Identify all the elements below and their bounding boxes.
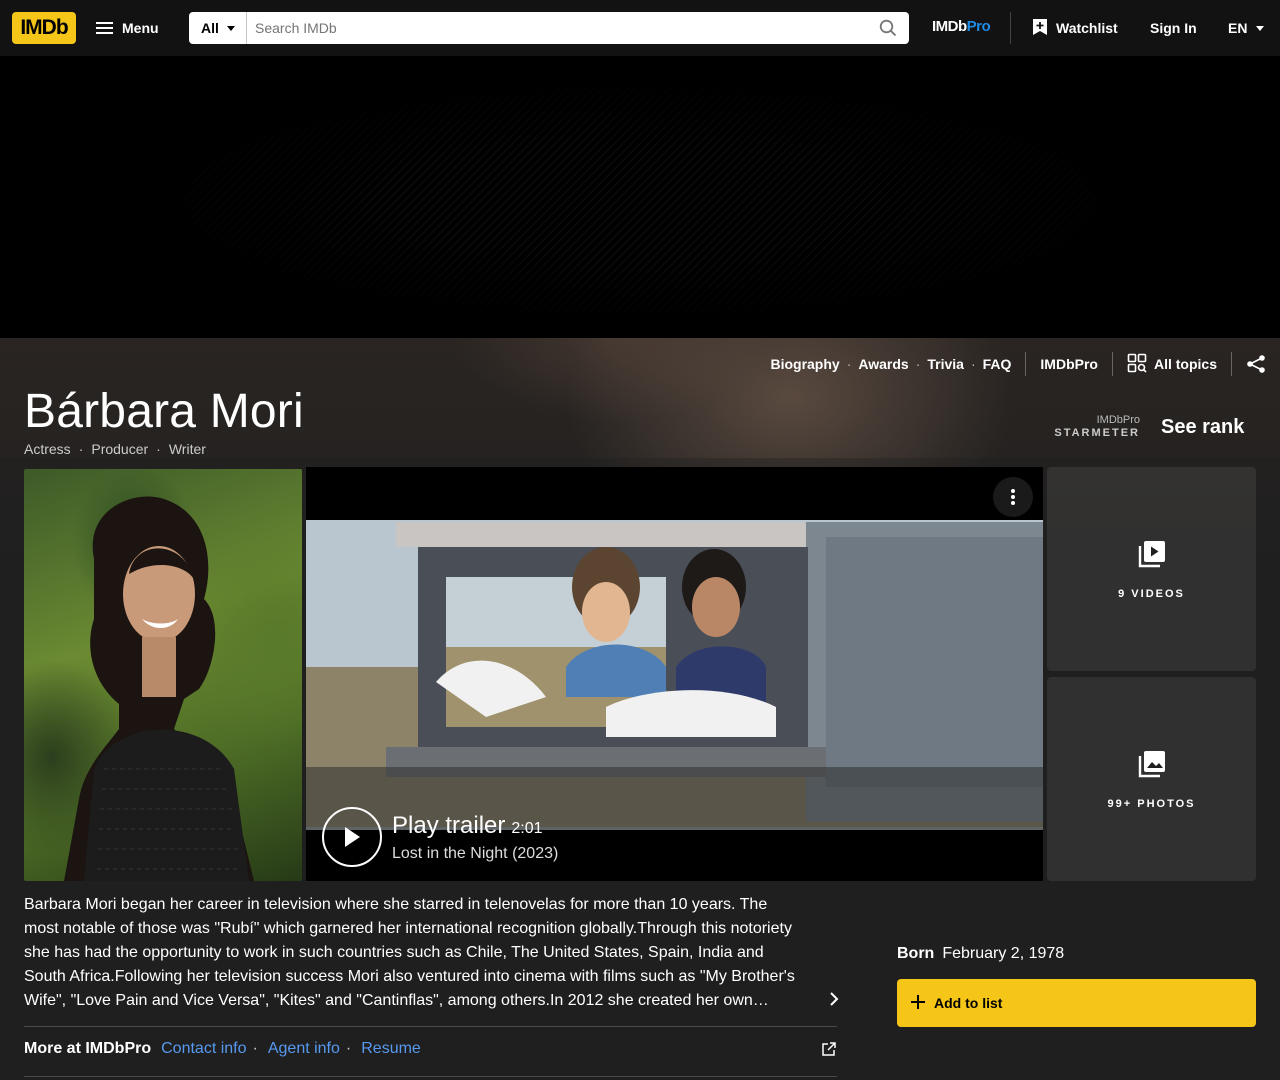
- videos-tile[interactable]: 9 VIDEOS: [1047, 467, 1256, 671]
- photos-tile[interactable]: 99+ PHOTOS: [1047, 677, 1256, 881]
- subnav-faq[interactable]: FAQ: [983, 356, 1012, 372]
- ad-placeholder: [170, 86, 1110, 316]
- search-category-label: All: [201, 20, 219, 36]
- person-subnav: Biography · Awards · Trivia · FAQ IMDbPr…: [770, 352, 1266, 376]
- video-library-icon: [1137, 539, 1167, 574]
- trailer-player[interactable]: Play trailer 2:01 Lost in the Night (2023…: [306, 467, 1043, 881]
- trailer-duration: 2:01: [511, 819, 543, 837]
- all-topics-label: All topics: [1153, 356, 1217, 372]
- starmeter-pro-label: IMDbPro: [1096, 414, 1140, 426]
- caret-down-icon: [226, 25, 235, 31]
- more-at-label: More at IMDbPro: [24, 1040, 152, 1057]
- sign-in-button[interactable]: Sign In: [1150, 20, 1197, 36]
- play-icon[interactable]: [322, 807, 382, 867]
- nav-divider: [1010, 12, 1011, 44]
- search-bar: All: [189, 12, 909, 44]
- divider: [24, 1076, 837, 1077]
- all-topics-button[interactable]: All topics: [1127, 353, 1217, 376]
- subnav-trivia[interactable]: Trivia: [927, 356, 964, 372]
- add-to-list-button[interactable]: Add to list: [897, 979, 1256, 1027]
- videos-count: 9 VIDEOS: [1118, 587, 1185, 600]
- menu-label: Menu: [122, 20, 159, 36]
- role-item: Writer: [168, 441, 206, 457]
- divider: [24, 1026, 837, 1027]
- trailer-title: Lost in the Night (2023): [392, 844, 559, 862]
- resume-link[interactable]: Resume: [361, 1040, 421, 1058]
- external-link-icon[interactable]: [821, 1041, 837, 1057]
- born-info: Born February 2, 1978: [897, 945, 1064, 963]
- born-date[interactable]: February 2, 1978: [942, 945, 1064, 963]
- search-icon[interactable]: [867, 12, 909, 44]
- subnav-biography[interactable]: Biography: [770, 356, 839, 372]
- subnav-awards[interactable]: Awards: [858, 356, 908, 372]
- menu-button[interactable]: Menu: [96, 12, 159, 44]
- add-to-list-label: Add to list: [934, 995, 1003, 1011]
- starmeter-label: STARMETER: [1054, 427, 1140, 439]
- plus-icon: [911, 994, 925, 1012]
- top-navbar: IMDb Menu All IMDbPro Watchlist Sign In …: [0, 0, 1280, 56]
- chevron-right-icon[interactable]: [826, 991, 842, 1007]
- see-rank-link[interactable]: See rank: [1161, 416, 1244, 439]
- grid-icon: [1127, 353, 1147, 376]
- biography-text[interactable]: Barbara Mori began her career in televis…: [24, 893, 824, 1013]
- watchlist-button[interactable]: Watchlist: [1032, 12, 1118, 44]
- share-icon[interactable]: [1246, 354, 1266, 374]
- more-at-imdbpro: More at IMDbPro Contact info · Agent inf…: [24, 1040, 837, 1058]
- starmeter[interactable]: IMDbPro STARMETER: [1040, 414, 1140, 440]
- watchlist-label: Watchlist: [1056, 20, 1118, 36]
- ad-banner[interactable]: [0, 56, 1280, 338]
- trailer-caption: Play trailer 2:01 Lost in the Night (2023…: [322, 807, 558, 867]
- search-category-select[interactable]: All: [189, 12, 247, 44]
- role-item: Actress: [24, 441, 71, 457]
- play-trailer-label: Play trailer: [392, 811, 506, 839]
- contact-info-link[interactable]: Contact info: [161, 1040, 246, 1058]
- hero-section: Biography · Awards · Trivia · FAQ IMDbPr…: [0, 338, 1280, 1080]
- more-options-icon[interactable]: [993, 477, 1033, 517]
- photos-count: 99+ PHOTOS: [1107, 797, 1196, 810]
- imdbpro-link[interactable]: IMDbPro: [932, 18, 991, 35]
- person-photo[interactable]: [24, 469, 302, 881]
- language-label: EN: [1228, 20, 1248, 36]
- role-item: Producer: [91, 441, 149, 457]
- caret-down-icon: [1256, 25, 1265, 31]
- imdb-logo[interactable]: IMDb: [12, 12, 76, 44]
- language-selector[interactable]: EN: [1228, 20, 1265, 36]
- photo-library-icon: [1137, 749, 1167, 784]
- agent-info-link[interactable]: Agent info: [268, 1040, 340, 1058]
- born-label: Born: [897, 945, 935, 962]
- search-input[interactable]: [247, 12, 867, 44]
- person-name: Bárbara Mori: [24, 385, 304, 438]
- hamburger-icon: [96, 22, 113, 34]
- person-roles: Actress · Producer · Writer: [24, 441, 206, 457]
- subnav-imdbpro[interactable]: IMDbPro: [1040, 356, 1098, 372]
- watchlist-icon: [1032, 18, 1048, 39]
